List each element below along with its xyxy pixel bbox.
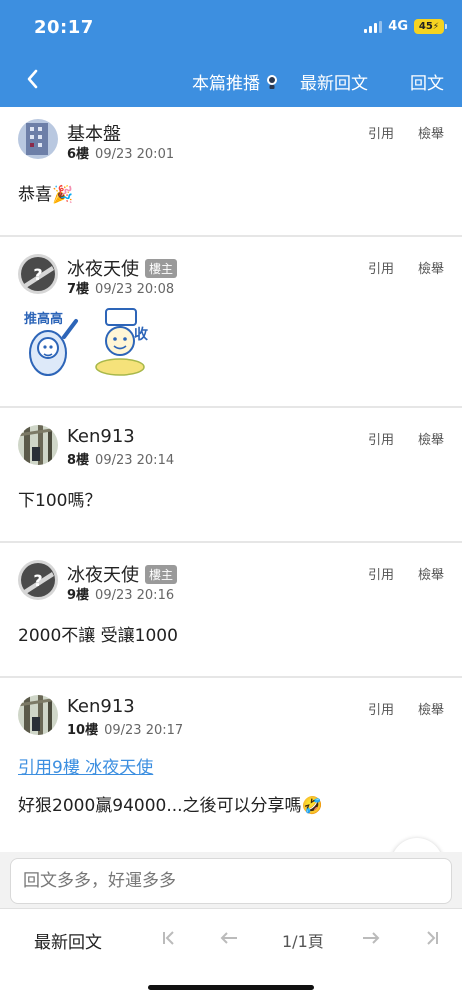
post-item: Ken913 10樓 09/23 20:17 引用 檢舉 引用9樓 冰夜天使 好狠…	[0, 678, 462, 854]
battery-icon: 45 ⚡	[414, 19, 447, 34]
last-page-icon[interactable]	[421, 927, 443, 949]
floor-number: 6樓	[67, 147, 90, 162]
post-item: 基本盤 6樓 09/23 20:01 引用 檢舉 恭喜🎉	[0, 107, 462, 237]
post-meta: 9樓 09/23 20:16	[67, 584, 174, 603]
sticker-collect: 收	[90, 303, 156, 383]
quote-button[interactable]: 引用	[368, 258, 394, 277]
post-actions: 引用 檢舉	[368, 123, 444, 142]
post-meta: 7樓 09/23 20:08	[67, 278, 174, 297]
post-author[interactable]: Ken913	[67, 426, 135, 447]
status-time: 20:17	[34, 17, 94, 38]
post-meta: 8樓 09/23 20:14	[67, 449, 174, 468]
avatar[interactable]: ?	[18, 254, 58, 294]
post-time: 09/23 20:08	[95, 282, 175, 297]
floor-number: 8樓	[67, 453, 90, 468]
bulb-icon	[266, 74, 278, 90]
post-text: 好狠2000贏94000...之後可以分享嗎	[18, 796, 302, 816]
svg-text:?: ?	[33, 265, 42, 284]
page-indicator: 1/1頁	[282, 932, 324, 951]
party-popper-emoji: 🎉	[52, 185, 74, 205]
quote-button[interactable]: 引用	[368, 699, 394, 718]
top-bar: 20:17 4G 45 ⚡ 本篇推播 最新回文 回文	[0, 0, 462, 107]
bottom-latest-reply-button[interactable]: 最新回文	[34, 928, 102, 953]
floor-number: 7樓	[67, 282, 90, 297]
sticker-caption: 推高高	[24, 311, 63, 327]
quote-button[interactable]: 引用	[368, 429, 394, 448]
post-item: ? 冰夜天使 樓主 9樓 09/23 20:16 引用 檢舉 2000不讓 受讓10…	[0, 543, 462, 678]
home-indicator	[148, 985, 314, 990]
svg-text:?: ?	[33, 571, 42, 590]
op-badge: 樓主	[145, 258, 178, 278]
post-time: 09/23 20:14	[95, 453, 175, 468]
post-time: 09/23 20:16	[95, 588, 175, 603]
reply-input[interactable]	[10, 858, 452, 904]
report-button[interactable]: 檢舉	[418, 123, 444, 142]
status-indicators: 4G 45 ⚡	[364, 19, 447, 34]
report-button[interactable]: 檢舉	[418, 564, 444, 583]
post-content: 下100嗎？	[18, 491, 102, 511]
post-actions: 引用 檢舉	[368, 258, 444, 277]
post-content: 2000不讓 受讓1000	[18, 626, 178, 646]
report-button[interactable]: 檢舉	[418, 258, 444, 277]
post-item: ? 冰夜天使 樓主 7樓 09/23 20:08 引用 檢舉 推高高 收	[0, 237, 462, 408]
sticker-caption: 收	[134, 326, 149, 343]
post-time: 09/23 20:01	[95, 147, 175, 162]
sticker-push-high: 推高高	[18, 303, 80, 383]
push-label: 本篇推播	[192, 74, 260, 94]
quote-reference-link[interactable]: 引用9樓 冰夜天使	[18, 753, 153, 778]
rofl-emoji: 🤣	[301, 796, 323, 816]
next-page-icon[interactable]	[360, 927, 382, 949]
reply-link[interactable]: 回文	[410, 69, 444, 94]
post-content: 好狠2000贏94000...之後可以分享嗎🤣	[18, 791, 323, 816]
network-type: 4G	[388, 19, 408, 34]
latest-reply-link[interactable]: 最新回文	[300, 69, 368, 94]
quote-button[interactable]: 引用	[368, 564, 394, 583]
post-meta: 6樓 09/23 20:01	[67, 143, 174, 162]
post-actions: 引用 檢舉	[368, 564, 444, 583]
battery-level: 45	[418, 21, 433, 32]
chevron-left-icon[interactable]	[22, 68, 42, 90]
post-list: 基本盤 6樓 09/23 20:01 引用 檢舉 恭喜🎉 ? 冰夜天使 樓主 7樓 0…	[0, 107, 462, 854]
post-time: 09/23 20:17	[104, 723, 184, 738]
quote-button[interactable]: 引用	[368, 123, 394, 142]
floor-number: 10樓	[67, 723, 99, 738]
post-author[interactable]: Ken913	[67, 696, 135, 717]
report-button[interactable]: 檢舉	[418, 699, 444, 718]
author-name: Ken913	[67, 426, 135, 447]
push-notify-toggle[interactable]: 本篇推播	[192, 69, 278, 94]
avatar[interactable]	[18, 425, 58, 465]
post-content: 恭喜🎉	[18, 180, 73, 205]
author-name: Ken913	[67, 696, 135, 717]
signal-icon	[364, 20, 383, 33]
post-actions: 引用 檢舉	[368, 699, 444, 718]
first-page-icon[interactable]	[158, 927, 180, 949]
op-badge: 樓主	[145, 564, 178, 584]
post-meta: 10樓 09/23 20:17	[67, 719, 183, 738]
avatar[interactable]: ?	[18, 560, 58, 600]
post-text: 恭喜	[18, 185, 52, 205]
floor-number: 9樓	[67, 588, 90, 603]
post-item: Ken913 8樓 09/23 20:14 引用 檢舉 下100嗎？	[0, 408, 462, 543]
avatar[interactable]	[18, 119, 58, 159]
prev-page-icon[interactable]	[218, 927, 240, 949]
report-button[interactable]: 檢舉	[418, 429, 444, 448]
avatar[interactable]	[18, 695, 58, 735]
post-actions: 引用 檢舉	[368, 429, 444, 448]
